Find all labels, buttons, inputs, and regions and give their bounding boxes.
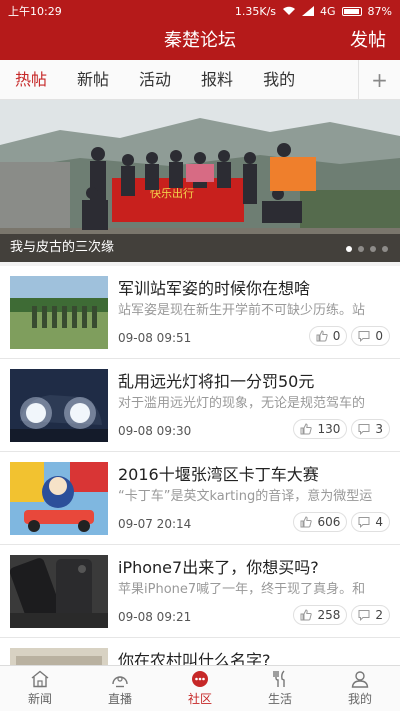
nav-label: 生活 <box>267 692 292 706</box>
nav-label: 我的 <box>347 692 372 706</box>
post-thumbnail <box>10 555 108 628</box>
like-count: 130 <box>317 422 341 436</box>
like-count-badge[interactable]: 258 <box>293 605 348 625</box>
comment-icon <box>358 610 370 621</box>
tab-report[interactable]: 报料 <box>186 60 248 100</box>
post-button[interactable]: 发帖 <box>350 22 386 60</box>
utensils-icon <box>273 670 285 687</box>
comment-count: 3 <box>375 422 383 436</box>
thumbs-up-icon <box>300 423 313 435</box>
carousel-dot <box>358 246 364 252</box>
post-summary: 对于滥用远光灯的现象，无论是规范驾车的 <box>118 396 366 411</box>
title-bar: 秦楚论坛 发帖 <box>0 22 400 60</box>
like-count: 258 <box>317 608 341 622</box>
comment-count: 2 <box>375 608 383 622</box>
tab-new[interactable]: 新帖 <box>62 60 124 100</box>
battery-level: 87% <box>367 4 392 18</box>
tab-events[interactable]: 活动 <box>124 60 186 100</box>
post-summary: “卡丁车”是英文karting的音译，意为微型运 <box>118 489 373 504</box>
status-time: 上午10:29 <box>8 5 62 18</box>
page-title: 秦楚论坛 <box>164 30 236 51</box>
like-count-badge[interactable]: 130 <box>293 419 348 439</box>
network-type: 4G <box>320 4 336 18</box>
post-date: 09-08 09:51 <box>118 331 192 345</box>
app-screen: 上午10:29 1.35K/s 4G 87% 秦楚论坛 发帖 热帖 新帖 活动 … <box>0 0 400 711</box>
post-item[interactable]: 军训站军姿的时候你在想啥 站军姿是现在新生开学前不可缺少历练。站 09-08 0… <box>0 266 400 359</box>
post-date: 09-08 09:21 <box>118 610 192 624</box>
post-item[interactable]: iPhone7出来了，你想买吗? 苹果iPhone7喊了一年，终于现了真身。和 … <box>0 545 400 638</box>
network-speed: 1.35K/s <box>234 4 277 18</box>
status-right: 1.35K/s 4G 87% <box>235 5 392 18</box>
comment-count-badge[interactable]: 4 <box>351 512 390 532</box>
user-icon <box>351 671 369 688</box>
post-title: iPhone7出来了，你想买吗? <box>118 558 319 577</box>
comment-count-badge[interactable]: 0 <box>351 326 390 346</box>
comment-icon <box>358 331 370 342</box>
nav-live[interactable]: 直播 <box>80 666 160 711</box>
post-thumbnail <box>10 276 108 349</box>
like-count: 606 <box>317 515 341 529</box>
post-stats: 0 0 <box>308 326 390 346</box>
comment-icon <box>358 517 370 528</box>
thumbs-up-icon <box>300 609 313 621</box>
nav-community[interactable]: 社区 <box>160 666 240 711</box>
thumbs-up-icon <box>300 516 313 528</box>
like-count-badge[interactable]: 606 <box>293 512 348 532</box>
nav-me[interactable]: 我的 <box>320 666 400 711</box>
post-title: 2016十堰张湾区卡丁车大赛 <box>118 465 319 484</box>
nav-label: 新闻 <box>27 692 52 706</box>
nav-news[interactable]: 新闻 <box>0 666 80 711</box>
post-stats: 258 2 <box>293 605 390 625</box>
category-tabs: 热帖 新帖 活动 报料 我的 + <box>0 60 400 100</box>
comment-count-badge[interactable]: 3 <box>351 419 390 439</box>
post-date: 09-07 20:14 <box>118 517 192 531</box>
post-title: 军训站军姿的时候你在想啥 <box>118 279 311 298</box>
banner-caption: 我与皮古的三次缘 <box>0 234 400 262</box>
battery-icon <box>341 6 362 16</box>
post-thumbnail <box>10 369 108 442</box>
community-icon <box>192 671 208 687</box>
tab-mine[interactable]: 我的 <box>248 60 310 100</box>
home-icon <box>31 670 49 688</box>
like-count-badge[interactable]: 0 <box>308 326 348 346</box>
post-summary: 苹果iPhone7喊了一年，终于现了真身。和 <box>118 582 366 597</box>
post-list: 军训站军姿的时候你在想啥 站军姿是现在新生开学前不可缺少历练。站 09-08 0… <box>0 266 400 711</box>
comment-icon <box>358 424 370 435</box>
add-tab-icon[interactable]: + <box>358 60 400 100</box>
status-bar: 上午10:29 1.35K/s 4G 87% <box>0 0 400 22</box>
comment-count: 4 <box>375 515 383 529</box>
live-broadcast-icon <box>112 676 128 688</box>
signal-icon <box>302 6 315 16</box>
nav-life[interactable]: 生活 <box>240 666 320 711</box>
post-item[interactable]: 乱用远光灯将扣一分罚50元 对于滥用远光灯的现象，无论是规范驾车的 09-08 … <box>0 359 400 452</box>
thumbs-up-icon <box>316 330 328 342</box>
post-stats: 606 4 <box>293 512 390 532</box>
post-title: 乱用远光灯将扣一分罚50元 <box>118 372 315 391</box>
tab-hot[interactable]: 热帖 <box>0 60 62 100</box>
banner-carousel[interactable]: 快乐出行 我与皮古的三次缘 <box>0 100 400 262</box>
nav-label: 社区 <box>187 692 212 706</box>
post-stats: 130 3 <box>293 419 390 439</box>
bottom-navigation: 新闻 直播 社区 生活 我的 <box>0 665 400 711</box>
carousel-dot <box>346 246 352 252</box>
carousel-indicator <box>346 246 388 252</box>
comment-count-badge[interactable]: 2 <box>351 605 390 625</box>
post-date: 09-08 09:30 <box>118 424 192 438</box>
wifi-icon <box>283 6 296 15</box>
carousel-dot <box>382 246 388 252</box>
post-item[interactable]: 2016十堰张湾区卡丁车大赛 “卡丁车”是英文karting的音译，意为微型运 … <box>0 452 400 545</box>
like-count: 0 <box>332 329 341 343</box>
comment-count: 0 <box>375 329 383 343</box>
post-summary: 站军姿是现在新生开学前不可缺少历练。站 <box>118 303 366 318</box>
post-thumbnail <box>10 462 108 535</box>
nav-label: 直播 <box>107 692 132 706</box>
carousel-dot <box>370 246 376 252</box>
